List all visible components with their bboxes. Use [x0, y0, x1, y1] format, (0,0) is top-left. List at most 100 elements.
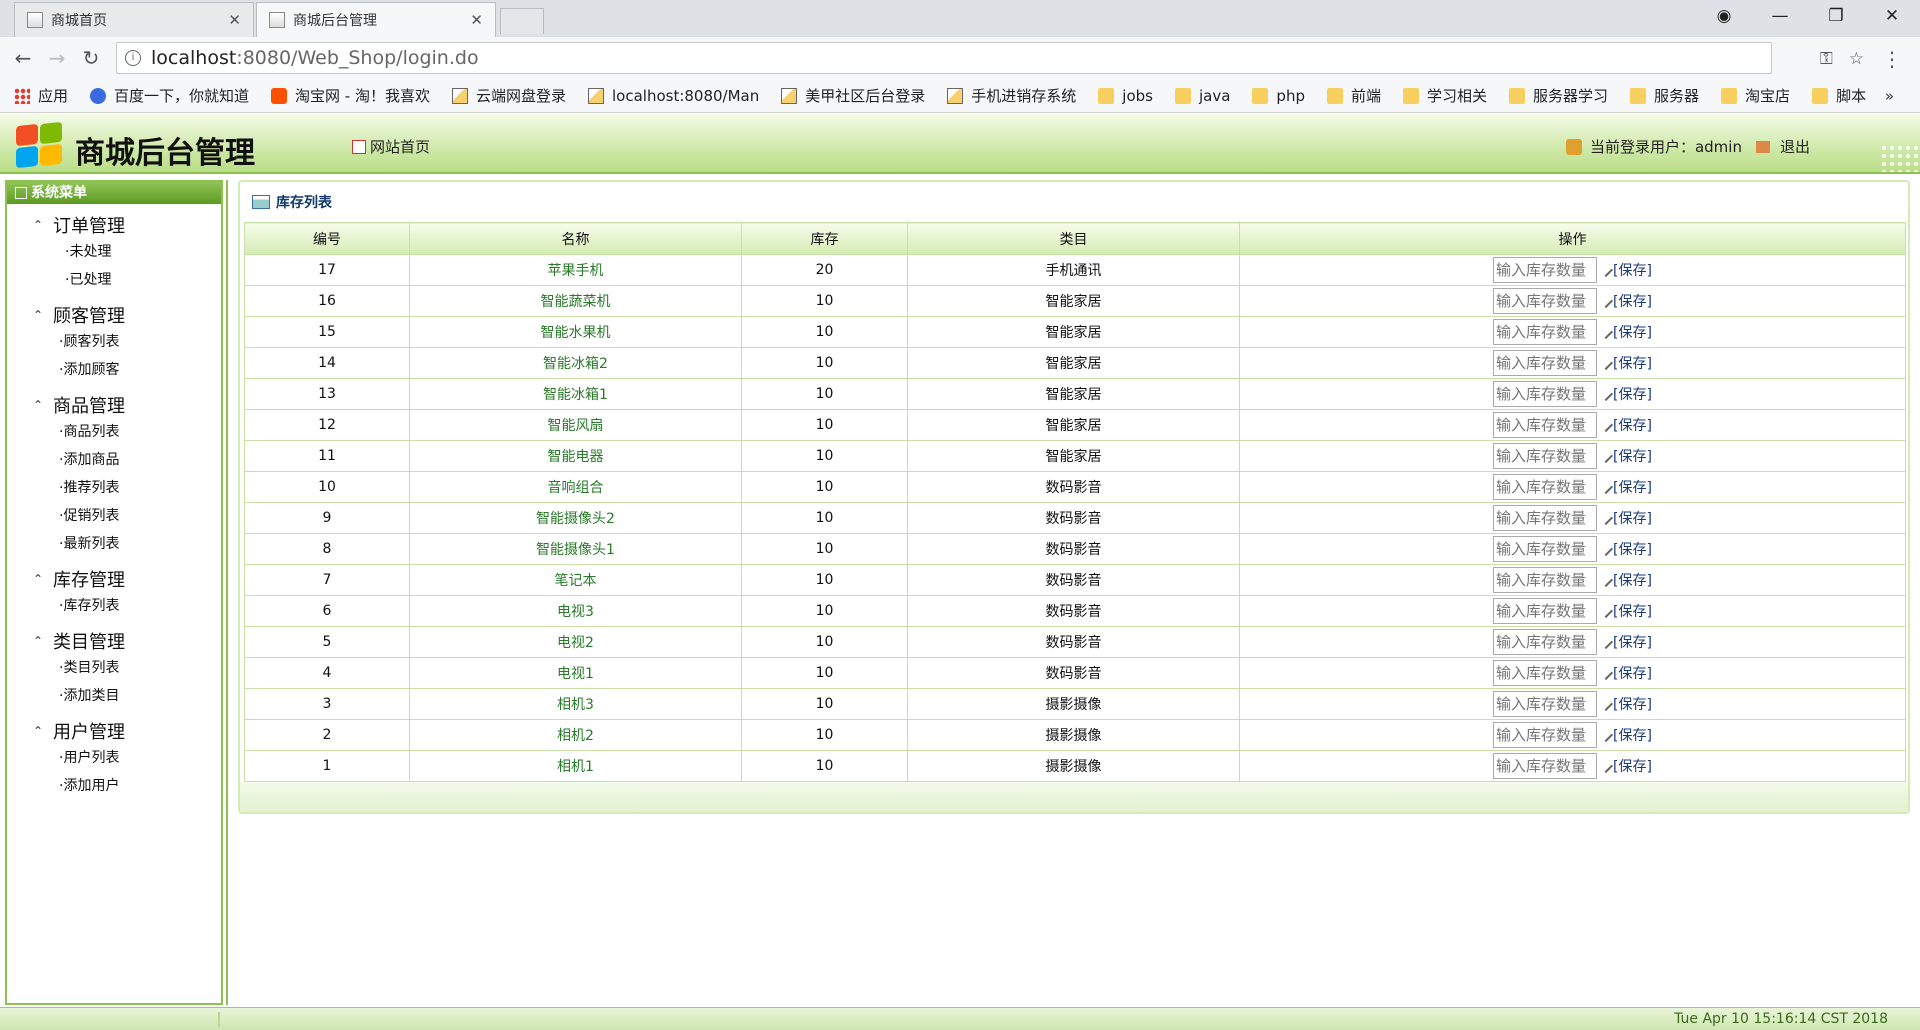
save-link[interactable]: [保存]: [1598, 758, 1652, 775]
sidebar-item[interactable]: ·商品列表: [33, 418, 221, 446]
bookmark-item[interactable]: 脚本: [1812, 85, 1866, 106]
more-bookmarks-icon[interactable]: »: [1885, 87, 1894, 105]
bookmark-item[interactable]: 淘宝网 - 淘！我喜欢: [271, 85, 430, 106]
sidebar-item[interactable]: ·添加商品: [33, 446, 221, 474]
save-link[interactable]: [保存]: [1598, 572, 1652, 589]
sidebar-item[interactable]: ·库存列表: [33, 592, 221, 620]
cell-name: 电视2: [409, 626, 742, 658]
menu-group-title[interactable]: ⌃ 用户管理: [33, 718, 221, 744]
stock-quantity-input[interactable]: [1493, 536, 1598, 562]
info-icon[interactable]: i: [125, 50, 141, 66]
cell-category: 数码影音: [907, 595, 1240, 627]
sidebar-item[interactable]: ·用户列表: [33, 744, 221, 772]
bookmark-item[interactable]: 美甲社区后台登录: [781, 85, 925, 106]
key-icon[interactable]: ⚿: [1820, 49, 1833, 69]
stock-quantity-input[interactable]: [1493, 567, 1598, 593]
save-label: [保存]: [1613, 294, 1652, 310]
bookmark-item[interactable]: 应用: [14, 85, 68, 106]
sidebar-item[interactable]: ·添加顾客: [33, 356, 221, 384]
stock-quantity-input[interactable]: [1493, 257, 1598, 283]
minimize-icon[interactable]: —: [1752, 0, 1808, 32]
sidebar-item[interactable]: ·添加类目: [33, 682, 221, 710]
reload-icon[interactable]: ↻: [78, 45, 104, 71]
save-link[interactable]: [保存]: [1598, 386, 1652, 403]
save-link[interactable]: [保存]: [1598, 603, 1652, 620]
bookmark-item[interactable]: 前端: [1326, 85, 1381, 106]
save-link[interactable]: [保存]: [1598, 510, 1652, 527]
save-link[interactable]: [保存]: [1598, 696, 1652, 713]
logout-link[interactable]: 退出: [1780, 136, 1810, 157]
bookmark-item[interactable]: 云端网盘登录: [451, 85, 566, 106]
bookmark-item[interactable]: 淘宝店: [1721, 85, 1790, 106]
save-link[interactable]: [保存]: [1598, 355, 1652, 372]
bookmark-item[interactable]: 学习相关: [1403, 85, 1487, 106]
sidebar-item[interactable]: ·添加用户: [33, 772, 221, 800]
logout-icon[interactable]: [1755, 140, 1770, 153]
cell-id: 1: [244, 750, 410, 782]
stock-quantity-input[interactable]: [1493, 381, 1598, 407]
bookmark-item[interactable]: localhost:8080/Man: [588, 87, 759, 105]
bookmark-item[interactable]: jobs: [1098, 87, 1153, 105]
bookmark-item[interactable]: java: [1174, 86, 1231, 105]
save-link[interactable]: [保存]: [1598, 417, 1652, 434]
stock-quantity-input[interactable]: [1493, 505, 1598, 531]
save-link[interactable]: [保存]: [1598, 479, 1652, 496]
sidebar-item[interactable]: ·促销列表: [33, 502, 221, 530]
bookmark-item[interactable]: php: [1252, 87, 1305, 105]
stock-quantity-input[interactable]: [1493, 660, 1598, 686]
stock-quantity-input[interactable]: [1493, 319, 1598, 345]
star-icon[interactable]: ☆: [1849, 49, 1864, 69]
new-tab-button[interactable]: [500, 8, 544, 34]
save-link[interactable]: [保存]: [1598, 448, 1652, 465]
save-link[interactable]: [保存]: [1598, 665, 1652, 682]
sidebar-item[interactable]: ·未处理: [33, 238, 221, 266]
menu-group-title[interactable]: ⌃ 库存管理: [33, 566, 221, 592]
menu-dots-icon[interactable]: ⋮: [1882, 47, 1902, 71]
close-icon[interactable]: ✕: [228, 11, 241, 29]
browser-tab-1[interactable]: 商城后台管理 ✕: [256, 2, 496, 37]
bookmark-item[interactable]: 服务器: [1630, 85, 1699, 106]
sidebar-item[interactable]: ·已处理: [33, 266, 221, 294]
forward-icon[interactable]: →: [44, 45, 70, 71]
bookmark-item[interactable]: 服务器学习: [1509, 85, 1608, 106]
bookmark-label: java: [1198, 86, 1231, 105]
save-link[interactable]: [保存]: [1598, 262, 1652, 279]
menu-group-title[interactable]: ⌃ 订单管理: [33, 212, 221, 238]
window-close-icon[interactable]: ✕: [1864, 0, 1920, 32]
stock-quantity-input[interactable]: [1493, 598, 1598, 624]
save-link[interactable]: [保存]: [1598, 727, 1652, 744]
browser-tab-0[interactable]: 商城首页 ✕: [14, 2, 254, 37]
stock-quantity-input[interactable]: [1493, 722, 1598, 748]
bookmark-item[interactable]: 百度一下，你就知道: [90, 85, 249, 106]
bookmark-item[interactable]: 手机进销存系统: [947, 85, 1076, 106]
menu-group-title[interactable]: ⌃ 类目管理: [33, 628, 221, 654]
stock-quantity-input[interactable]: [1493, 691, 1598, 717]
stock-quantity-input[interactable]: [1493, 474, 1598, 500]
home-link[interactable]: 网站首页: [352, 136, 430, 157]
sidebar-item[interactable]: ·类目列表: [33, 654, 221, 682]
restore-icon[interactable]: ❐: [1808, 0, 1864, 32]
save-link[interactable]: [保存]: [1598, 293, 1652, 310]
menu-group-title[interactable]: ⌃ 顾客管理: [33, 302, 221, 328]
menu-group-title[interactable]: ⌃ 商品管理: [33, 392, 221, 418]
cell-id: 13: [244, 378, 410, 410]
sidebar-item[interactable]: ·推荐列表: [33, 474, 221, 502]
close-icon[interactable]: ✕: [470, 11, 483, 29]
url-input[interactable]: i localhost:8080/Web_Shop/login.do: [116, 42, 1772, 74]
stock-quantity-input[interactable]: [1493, 443, 1598, 469]
save-link[interactable]: [保存]: [1598, 324, 1652, 341]
tab-label: 商城首页: [51, 13, 107, 29]
account-icon[interactable]: ◉: [1696, 0, 1752, 32]
back-icon[interactable]: ←: [10, 45, 36, 71]
sidebar-item[interactable]: ·最新列表: [33, 530, 221, 558]
stock-quantity-input[interactable]: [1493, 753, 1598, 779]
stock-quantity-input[interactable]: [1493, 288, 1598, 314]
save-link[interactable]: [保存]: [1598, 541, 1652, 558]
cell-id: 14: [244, 347, 410, 379]
stock-quantity-input[interactable]: [1493, 412, 1598, 438]
sidebar-item[interactable]: ·顾客列表: [33, 328, 221, 356]
stock-quantity-input[interactable]: [1493, 350, 1598, 376]
stock-quantity-input[interactable]: [1493, 629, 1598, 655]
pencil-icon: [1598, 541, 1614, 557]
save-link[interactable]: [保存]: [1598, 634, 1652, 651]
